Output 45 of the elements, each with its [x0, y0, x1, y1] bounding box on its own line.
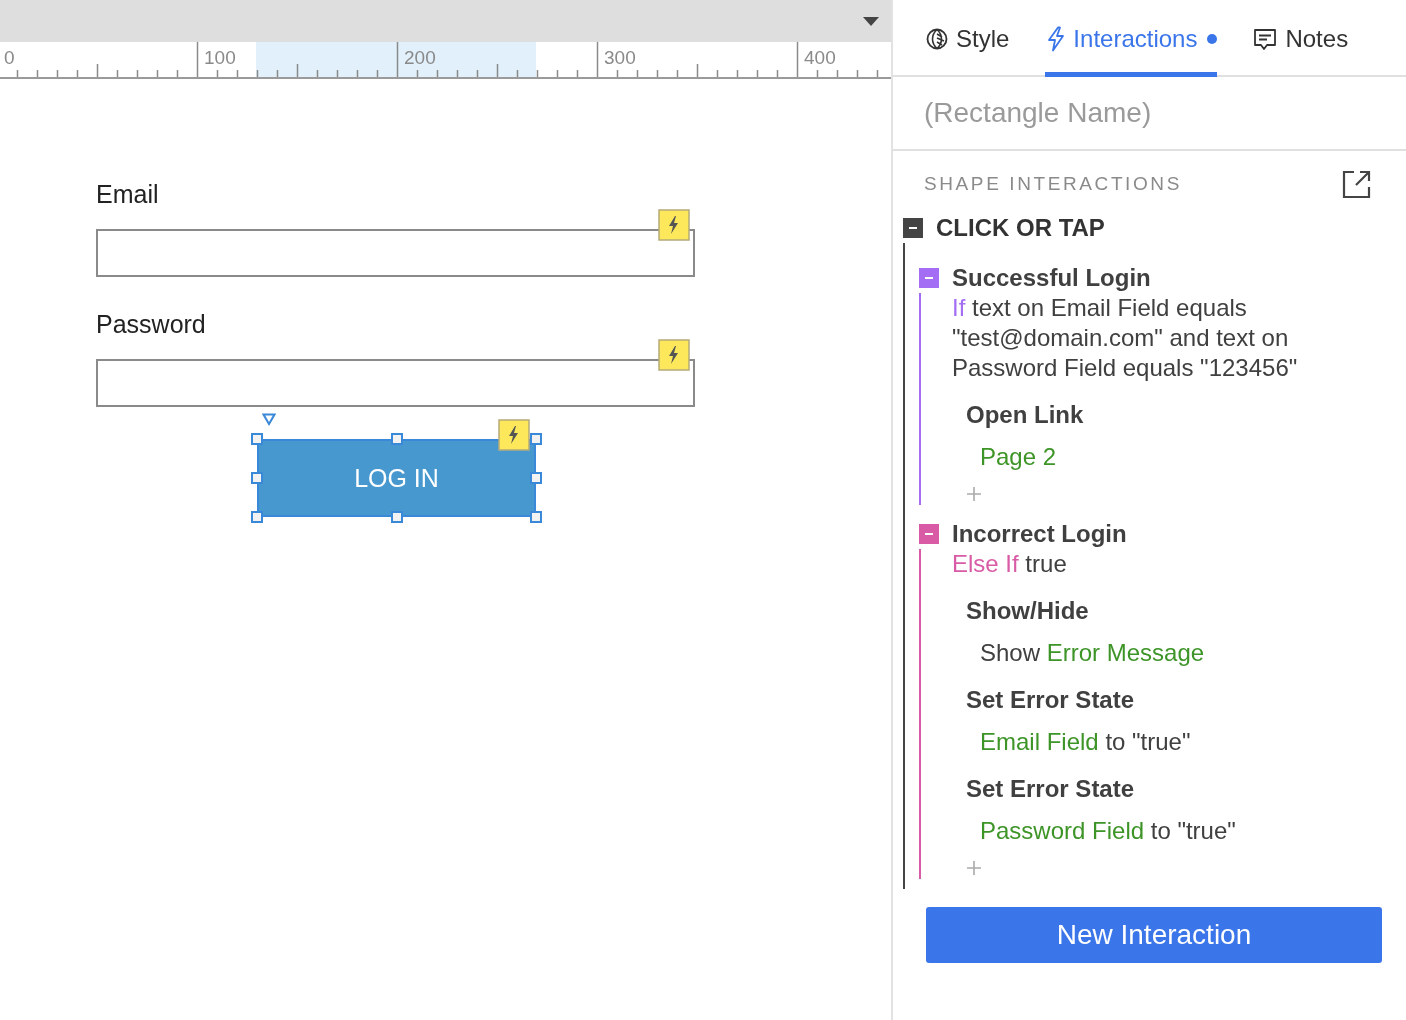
external-link-icon[interactable] [1342, 169, 1371, 199]
field-label: Email [96, 180, 159, 208]
leaf-circle-icon [926, 28, 948, 50]
collapse-toggle-icon[interactable] [919, 524, 939, 544]
new-interaction-button[interactable]: New Interaction [926, 907, 1382, 963]
field-label: Password [96, 310, 206, 338]
add-action-icon[interactable] [966, 860, 982, 876]
case-title: Successful Login [952, 264, 1151, 292]
action-detail: Email Field to "true" [979, 727, 1192, 757]
resize-handle[interactable] [251, 472, 263, 484]
event-title: CLICK OR TAP [936, 214, 1105, 242]
panel-tab[interactable]: Interactions [1045, 0, 1218, 77]
panel-tab[interactable]: Style [926, 0, 1010, 77]
action-detail: Page 2 [979, 442, 1058, 472]
resize-handle[interactable] [530, 433, 542, 445]
ruler-label: 400 [804, 47, 836, 68]
action-title: Set Error State [966, 774, 1136, 804]
ruler-label: 300 [604, 47, 636, 68]
action-title: Open Link [966, 400, 1085, 430]
condition-text: If text on Email Field equals "test@domain.com" and text on Password Field equals "123456" [952, 293, 1299, 383]
resize-handle[interactable] [530, 511, 542, 523]
condition-text: Else If true [952, 549, 1068, 579]
resize-handle[interactable] [530, 472, 542, 484]
collapse-toggle-icon[interactable] [919, 268, 939, 288]
action-detail: Password Field to "true" [979, 816, 1237, 846]
action-title: Set Error State [966, 685, 1136, 715]
ruler-label: 0 [4, 47, 15, 68]
collapse-toggle-icon[interactable] [903, 218, 923, 238]
speech-bubble-icon [1253, 27, 1278, 51]
ruler-label: 200 [404, 47, 436, 68]
section-title: SHAPE INTERACTIONS [924, 173, 1182, 195]
resize-handle[interactable] [251, 511, 263, 523]
action-detail: Show Error Message [979, 638, 1206, 668]
dropdown-caret-icon[interactable] [863, 16, 879, 26]
panel-tab[interactable]: Notes [1253, 0, 1349, 77]
resize-handle[interactable] [251, 433, 263, 445]
ruler-label: 100 [204, 47, 236, 68]
resize-handle[interactable] [391, 433, 403, 445]
add-action-icon[interactable] [966, 486, 982, 502]
name-field[interactable]: (Rectangle Name) [924, 97, 1364, 129]
triangle-marker-icon[interactable] [262, 413, 276, 426]
action-title: Show/Hide [966, 596, 1090, 626]
case-title: Incorrect Login [952, 520, 1127, 548]
lightning-icon [1045, 26, 1066, 52]
resize-handle[interactable] [391, 511, 403, 523]
